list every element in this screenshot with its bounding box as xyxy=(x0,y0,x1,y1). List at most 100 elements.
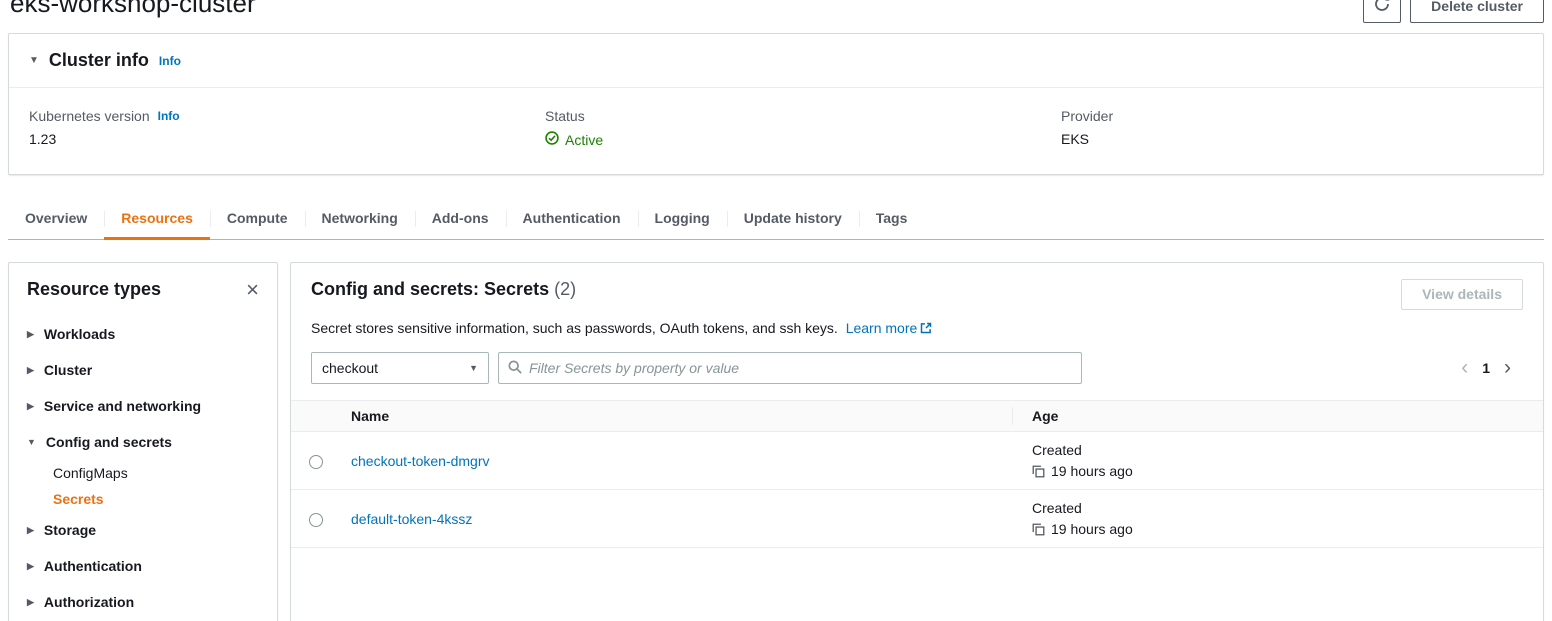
secret-name-link[interactable]: checkout-token-dmgrv xyxy=(351,453,490,469)
view-details-button[interactable]: View details xyxy=(1401,279,1523,310)
row-radio-button[interactable] xyxy=(309,513,323,527)
page-header: eks-workshop-cluster Delete cluster xyxy=(8,0,1544,20)
provider-label: Provider xyxy=(1061,108,1113,124)
secret-name-link[interactable]: default-token-4kssz xyxy=(351,511,472,527)
secrets-table: Name Age checkout-token-dmgrv Created xyxy=(291,400,1543,548)
tab-compute[interactable]: Compute xyxy=(210,197,305,239)
age-cell: Created 19 hours ago xyxy=(1012,432,1543,490)
table-row: checkout-token-dmgrv Created xyxy=(291,432,1543,490)
secrets-count: (2) xyxy=(554,279,576,299)
sidebar-item-service-and-networking[interactable]: ▶ Service and networking xyxy=(27,388,259,424)
config-and-secrets-children: ConfigMaps Secrets xyxy=(27,460,259,512)
cluster-info-body: Kubernetes version Info 1.23 Status Acti… xyxy=(9,88,1543,174)
row-radio-button[interactable] xyxy=(309,455,323,469)
search-icon xyxy=(508,360,522,377)
status-value: Active xyxy=(545,131,1061,148)
kubernetes-version-value: 1.23 xyxy=(29,131,545,147)
copy-icon[interactable] xyxy=(1032,465,1045,478)
resource-types-header: Resource types × xyxy=(27,279,259,300)
close-icon[interactable]: × xyxy=(246,281,259,299)
age-column-header: Age xyxy=(1012,401,1543,432)
copy-icon[interactable] xyxy=(1032,523,1045,536)
secrets-panel: Config and secrets: Secrets (2) View det… xyxy=(290,262,1544,621)
status-field: Status Active xyxy=(545,108,1061,148)
cluster-info-info-link[interactable]: Info xyxy=(159,54,181,68)
secrets-description: Secret stores sensitive information, suc… xyxy=(311,320,1523,337)
table-header-row: Name Age xyxy=(291,401,1543,432)
pagination-current-page[interactable]: 1 xyxy=(1482,360,1490,376)
sidebar-item-label: Service and networking xyxy=(44,398,201,414)
sidebar-item-label: Storage xyxy=(44,522,96,538)
tab-resources[interactable]: Resources xyxy=(104,197,210,239)
page: eks-workshop-cluster Delete cluster ▼ Cl… xyxy=(0,0,1552,621)
chevron-right-icon: ▶ xyxy=(27,525,34,536)
table-row: default-token-4kssz Created xyxy=(291,490,1543,548)
age-value: 19 hours ago xyxy=(1051,463,1133,479)
tab-add-ons[interactable]: Add-ons xyxy=(415,197,506,239)
delete-cluster-button[interactable]: Delete cluster xyxy=(1410,0,1544,23)
resource-types-panel: Resource types × ▶ Workloads ▶ Cluster ▶… xyxy=(8,262,278,621)
age-value: 19 hours ago xyxy=(1051,521,1133,537)
sidebar-item-label: Authorization xyxy=(44,594,134,610)
chevron-right-icon: ▶ xyxy=(27,401,34,412)
tab-logging[interactable]: Logging xyxy=(638,197,727,239)
cluster-info-title: Cluster info xyxy=(49,50,149,71)
sidebar-item-configmaps[interactable]: ConfigMaps xyxy=(53,460,259,486)
content-area: Resource types × ▶ Workloads ▶ Cluster ▶… xyxy=(8,262,1544,621)
sidebar-item-label: Workloads xyxy=(44,326,115,342)
resource-types-title: Resource types xyxy=(27,279,161,300)
tab-authentication[interactable]: Authentication xyxy=(506,197,638,239)
secrets-panel-title: Config and secrets: Secrets (2) xyxy=(311,279,576,300)
sidebar-item-authentication[interactable]: ▶ Authentication xyxy=(27,548,259,584)
header-actions: Delete cluster xyxy=(1363,0,1544,23)
pagination-prev-icon[interactable]: ‹ xyxy=(1461,358,1468,378)
sidebar-item-label: Config and secrets xyxy=(46,434,172,450)
age-cell: Created 19 hours ago xyxy=(1012,490,1543,548)
pagination: ‹ 1 › xyxy=(1461,358,1523,378)
external-link-icon xyxy=(920,321,932,337)
status-check-icon xyxy=(545,131,559,148)
sidebar-item-label: Cluster xyxy=(44,362,92,378)
secrets-panel-header: Config and secrets: Secrets (2) View det… xyxy=(291,263,1543,384)
refresh-icon xyxy=(1374,0,1390,16)
kubernetes-version-field: Kubernetes version Info 1.23 xyxy=(29,108,545,148)
sidebar-item-cluster[interactable]: ▶ Cluster xyxy=(27,352,259,388)
cluster-info-section: ▼ Cluster info Info Kubernetes version I… xyxy=(8,33,1544,175)
chevron-right-icon: ▶ xyxy=(27,365,34,376)
search-input[interactable] xyxy=(529,354,1072,382)
filter-row: checkout ▼ ‹ 1 xyxy=(311,352,1523,384)
chevron-down-icon: ▼ xyxy=(27,437,36,447)
tab-update-history[interactable]: Update history xyxy=(727,197,859,239)
tab-overview[interactable]: Overview xyxy=(8,197,104,239)
learn-more-link[interactable]: Learn more xyxy=(846,320,918,336)
chevron-down-icon[interactable]: ▼ xyxy=(29,55,39,66)
name-column-header: Name xyxy=(339,401,1012,432)
status-badge: Active xyxy=(565,132,603,148)
sidebar-item-authorization[interactable]: ▶ Authorization xyxy=(27,584,259,620)
filter-dropdown[interactable]: checkout ▼ xyxy=(311,352,489,384)
kubernetes-version-info-link[interactable]: Info xyxy=(158,109,180,123)
refresh-button[interactable] xyxy=(1363,0,1401,23)
status-label: Status xyxy=(545,108,1061,124)
pagination-next-icon[interactable]: › xyxy=(1504,358,1511,378)
page-title: eks-workshop-cluster xyxy=(10,0,256,19)
created-label: Created xyxy=(1032,442,1543,458)
panel-title-text: Config and secrets: Secrets xyxy=(311,279,549,299)
selection-column-header xyxy=(291,401,339,432)
sidebar-item-storage[interactable]: ▶ Storage xyxy=(27,512,259,548)
kubernetes-version-label: Kubernetes version Info xyxy=(29,108,545,124)
sidebar-item-workloads[interactable]: ▶ Workloads xyxy=(27,316,259,352)
provider-value: EKS xyxy=(1061,131,1113,147)
search-box xyxy=(498,352,1082,384)
chevron-right-icon: ▶ xyxy=(27,597,34,608)
sidebar-item-config-and-secrets[interactable]: ▼ Config and secrets xyxy=(27,424,259,460)
chevron-right-icon: ▶ xyxy=(27,561,34,572)
tab-tags[interactable]: Tags xyxy=(859,197,925,239)
tab-networking[interactable]: Networking xyxy=(305,197,415,239)
provider-field: Provider EKS xyxy=(1061,108,1113,148)
tab-bar: Overview Resources Compute Networking Ad… xyxy=(8,197,1544,240)
filter-dropdown-value: checkout xyxy=(322,360,378,376)
sidebar-item-secrets[interactable]: Secrets xyxy=(53,486,259,512)
cluster-info-header[interactable]: ▼ Cluster info Info xyxy=(9,34,1543,87)
sidebar-item-label: Authentication xyxy=(44,558,142,574)
